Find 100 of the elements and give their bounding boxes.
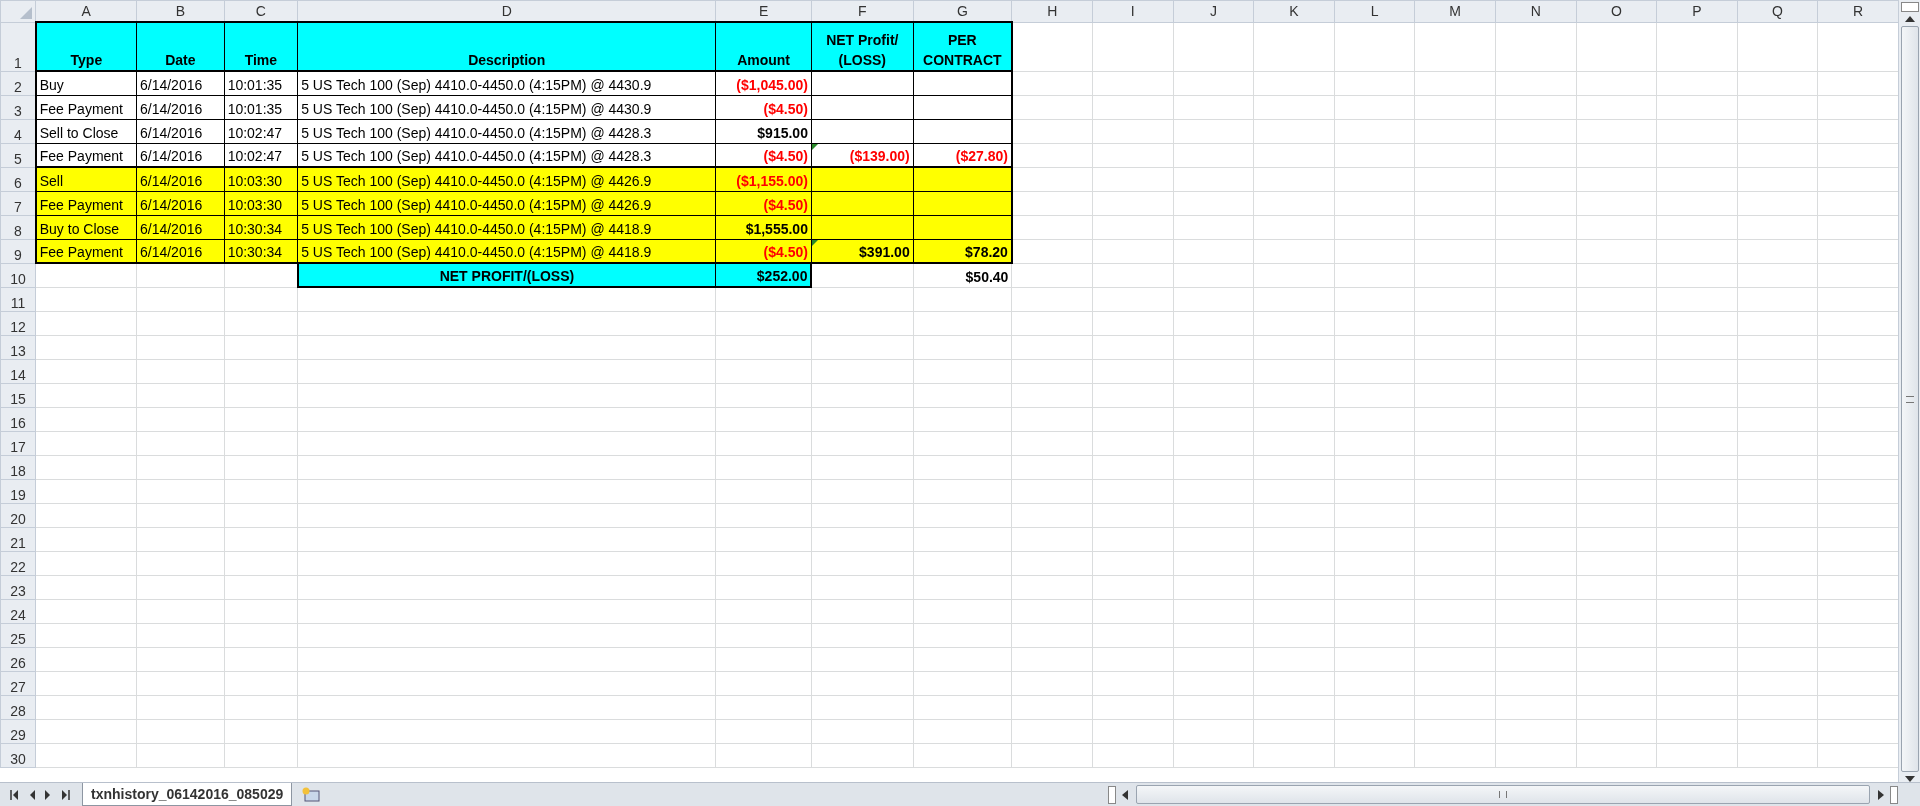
table-cell[interactable]: 6/14/2016 xyxy=(136,143,225,167)
table-cell[interactable]: Time xyxy=(224,22,298,71)
table-cell[interactable]: Description xyxy=(297,22,716,71)
next-sheet-icon[interactable] xyxy=(45,789,51,800)
row-header[interactable]: 8 xyxy=(0,215,36,239)
row-header[interactable]: 9 xyxy=(0,239,36,263)
row-header[interactable]: 14 xyxy=(0,359,36,383)
row-header[interactable]: 10 xyxy=(0,263,36,287)
table-cell[interactable]: ($4.50) xyxy=(715,95,812,119)
table-cell[interactable]: Fee Payment xyxy=(35,191,137,215)
row-header[interactable]: 12 xyxy=(0,311,36,335)
previous-sheet-icon[interactable] xyxy=(29,789,35,800)
row-header[interactable]: 3 xyxy=(0,95,36,119)
table-cell[interactable]: $915.00 xyxy=(715,119,812,143)
table-cell[interactable]: $78.20 xyxy=(913,239,1012,263)
vertical-scrollbar[interactable] xyxy=(1898,0,1920,782)
column-header[interactable]: K xyxy=(1253,0,1335,22)
table-cell[interactable]: 5 US Tech 100 (Sep) 4410.0-4450.0 (4:15PM) @ 4430.9 xyxy=(297,95,716,119)
split-handle-icon[interactable] xyxy=(1900,2,1919,12)
table-cell[interactable]: Sell xyxy=(35,167,137,191)
table-cell[interactable]: 5 US Tech 100 (Sep) 4410.0-4450.0 (4:15PM) @ 4428.3 xyxy=(297,119,716,143)
table-cell[interactable]: ($4.50) xyxy=(715,191,812,215)
column-header[interactable]: H xyxy=(1011,0,1093,22)
table-cell[interactable]: ($27.80) xyxy=(913,143,1012,167)
row-header[interactable]: 17 xyxy=(0,431,36,455)
row-header[interactable]: 6 xyxy=(0,167,36,191)
last-sheet-icon[interactable] xyxy=(61,789,70,800)
row-header[interactable]: 16 xyxy=(0,407,36,431)
table-cell[interactable]: ($4.50) xyxy=(715,239,812,263)
row-header[interactable]: 15 xyxy=(0,383,36,407)
scroll-left-icon[interactable] xyxy=(1122,789,1129,800)
row-header[interactable]: 25 xyxy=(0,623,36,647)
row-header[interactable]: 24 xyxy=(0,599,36,623)
row-header[interactable]: 27 xyxy=(0,671,36,695)
table-cell[interactable]: PER CONTRACT xyxy=(913,22,1012,71)
column-header[interactable]: J xyxy=(1173,0,1254,22)
table-cell[interactable]: ($139.00) xyxy=(811,143,914,167)
table-cell[interactable]: 6/14/2016 xyxy=(136,95,225,119)
column-header[interactable]: D xyxy=(297,0,716,22)
table-cell[interactable]: ($4.50) xyxy=(715,143,812,167)
row-header[interactable]: 4 xyxy=(0,119,36,143)
table-cell[interactable]: 5 US Tech 100 (Sep) 4410.0-4450.0 (4:15PM) @ 4418.9 xyxy=(297,239,716,263)
column-header[interactable]: O xyxy=(1576,0,1657,22)
table-cell[interactable]: 6/14/2016 xyxy=(136,215,225,239)
table-cell[interactable]: 6/14/2016 xyxy=(136,119,225,143)
table-cell[interactable]: $50.40 xyxy=(913,263,1012,287)
column-header[interactable]: M xyxy=(1414,0,1496,22)
column-header[interactable]: E xyxy=(715,0,812,22)
table-cell[interactable]: Amount xyxy=(715,22,812,71)
row-header[interactable]: 29 xyxy=(0,719,36,743)
first-sheet-icon[interactable] xyxy=(10,789,19,800)
row-header[interactable]: 22 xyxy=(0,551,36,575)
table-cell[interactable]: 5 US Tech 100 (Sep) 4410.0-4450.0 (4:15PM) @ 4426.9 xyxy=(297,167,716,191)
column-header[interactable]: F xyxy=(811,0,914,22)
table-cell[interactable]: 6/14/2016 xyxy=(136,167,225,191)
table-cell[interactable]: Buy to Close xyxy=(35,215,137,239)
table-cell[interactable]: 5 US Tech 100 (Sep) 4410.0-4450.0 (4:15PM) @ 4418.9 xyxy=(297,215,716,239)
scroll-up-icon[interactable] xyxy=(1904,16,1915,22)
table-cell[interactable]: 5 US Tech 100 (Sep) 4410.0-4450.0 (4:15PM) @ 4428.3 xyxy=(297,143,716,167)
column-header[interactable]: Q xyxy=(1737,0,1818,22)
table-cell[interactable]: Fee Payment xyxy=(35,239,137,263)
table-cell[interactable]: 5 US Tech 100 (Sep) 4410.0-4450.0 (4:15PM) @ 4430.9 xyxy=(297,71,716,95)
sheet-tab[interactable]: txnhistory_06142016_085029 xyxy=(82,783,293,806)
table-cell[interactable]: $1,555.00 xyxy=(715,215,812,239)
row-header[interactable]: 19 xyxy=(0,479,36,503)
column-header[interactable]: R xyxy=(1817,0,1898,22)
row-header[interactable]: 23 xyxy=(0,575,36,599)
column-header[interactable]: C xyxy=(224,0,298,22)
column-header[interactable]: N xyxy=(1495,0,1577,22)
column-header[interactable]: I xyxy=(1092,0,1174,22)
row-header[interactable]: 20 xyxy=(0,503,36,527)
split-handle-icon[interactable] xyxy=(1108,785,1117,804)
row-header[interactable]: 28 xyxy=(0,695,36,719)
column-header[interactable]: A xyxy=(35,0,137,22)
column-header[interactable]: P xyxy=(1656,0,1738,22)
table-cell[interactable]: $391.00 xyxy=(811,239,914,263)
split-handle-icon[interactable] xyxy=(1890,785,1898,804)
row-header[interactable]: 2 xyxy=(0,71,36,95)
table-cell[interactable]: 6/14/2016 xyxy=(136,239,225,263)
scroll-thumb[interactable] xyxy=(1900,26,1919,772)
column-header[interactable]: G xyxy=(913,0,1012,22)
table-cell[interactable]: 5 US Tech 100 (Sep) 4410.0-4450.0 (4:15PM) @ 4426.9 xyxy=(297,191,716,215)
table-cell[interactable]: ($1,045.00) xyxy=(715,71,812,95)
table-cell[interactable]: NET PROFIT/(LOSS) xyxy=(297,263,716,287)
row-header[interactable]: 13 xyxy=(0,335,36,359)
table-cell[interactable]: $252.00 xyxy=(715,263,812,287)
table-cell[interactable]: Buy xyxy=(35,71,137,95)
table-cell[interactable]: ($1,155.00) xyxy=(715,167,812,191)
row-header[interactable]: 21 xyxy=(0,527,36,551)
row-header[interactable]: 7 xyxy=(0,191,36,215)
table-cell[interactable]: Type xyxy=(35,22,137,71)
row-header[interactable]: 11 xyxy=(0,287,36,311)
table-cell[interactable]: NET Profit/ (LOSS) xyxy=(811,22,914,71)
table-cell[interactable]: 6/14/2016 xyxy=(136,71,225,95)
row-header[interactable]: 18 xyxy=(0,455,36,479)
scroll-right-icon[interactable] xyxy=(1878,789,1884,800)
table-cell[interactable]: Fee Payment xyxy=(35,95,137,119)
column-header[interactable]: B xyxy=(136,0,225,22)
row-header[interactable]: 1 xyxy=(0,22,36,71)
table-cell[interactable]: Date xyxy=(136,22,225,71)
